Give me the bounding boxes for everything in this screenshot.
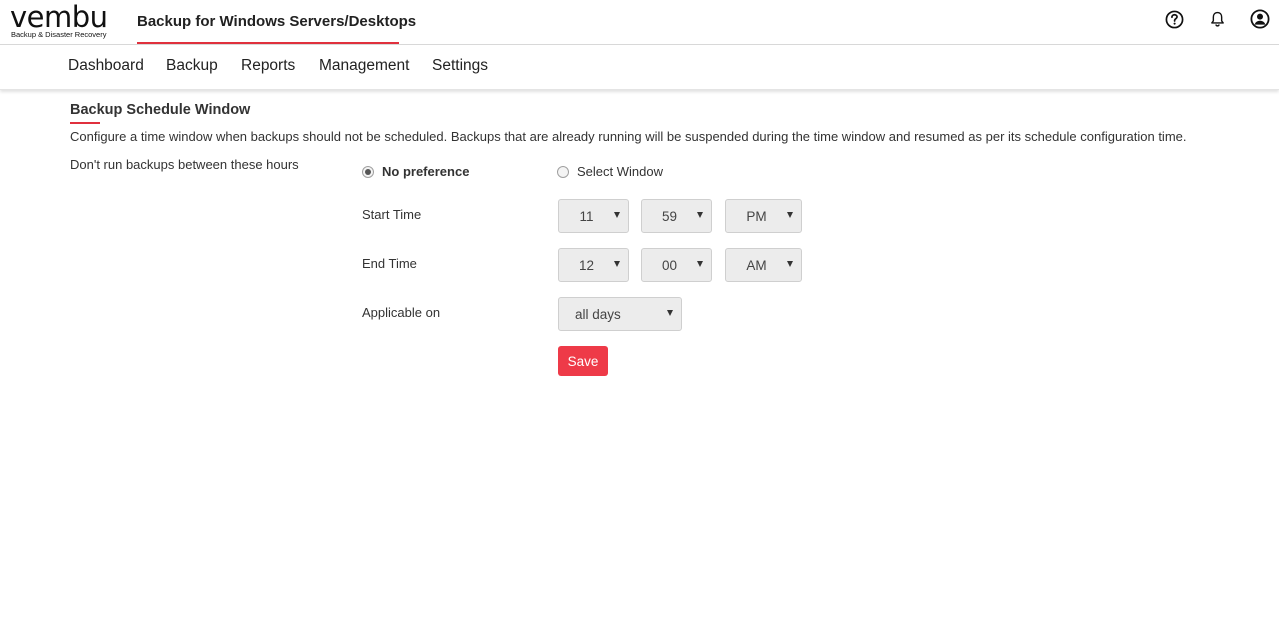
end-hour-select[interactable]: 12 [558, 248, 629, 282]
main-nav: Dashboard Backup Reports Management Sett… [0, 45, 1279, 90]
bell-icon[interactable] [1207, 9, 1227, 29]
applicable-on-label: Applicable on [362, 305, 441, 320]
page-description: Configure a time window when backups sho… [70, 129, 1187, 144]
top-header: vembu Backup & Disaster Recovery Backup … [0, 0, 1279, 45]
applicable-days-value: all days [575, 307, 621, 322]
help-icon[interactable] [1164, 9, 1184, 29]
nav-dashboard[interactable]: Dashboard [68, 57, 144, 75]
schedule-window-label: Don't run backups between these hours [70, 157, 299, 172]
chevron-down-icon [697, 212, 703, 218]
applicable-days-select[interactable]: all days [558, 297, 682, 331]
radio-unselected-indicator [557, 165, 569, 178]
logo-wordmark: vembu [10, 0, 108, 34]
end-ampm-select[interactable]: AM [725, 248, 802, 282]
no-preference-label: No preference [382, 164, 470, 179]
nav-management[interactable]: Management [319, 57, 409, 75]
logo-tagline: Backup & Disaster Recovery [11, 30, 107, 39]
radio-selected-indicator [362, 165, 374, 178]
select-window-radio[interactable]: Select Window [557, 164, 663, 179]
chevron-down-icon [787, 212, 793, 218]
nav-settings[interactable]: Settings [432, 57, 488, 75]
chevron-down-icon [667, 310, 673, 316]
chevron-down-icon [787, 261, 793, 267]
no-preference-radio[interactable]: No preference [362, 164, 469, 179]
start-ampm-select[interactable]: PM [725, 199, 802, 233]
nav-reports[interactable]: Reports [241, 57, 295, 75]
chevron-down-icon [614, 261, 620, 267]
save-button[interactable]: Save [558, 346, 608, 376]
vembu-logo[interactable]: vembu Backup & Disaster Recovery [10, 0, 110, 40]
select-window-label: Select Window [577, 164, 663, 179]
user-account-icon[interactable] [1250, 9, 1270, 29]
nav-backup[interactable]: Backup [166, 57, 218, 75]
page-title: Backup Schedule Window [70, 102, 251, 118]
end-minute-select[interactable]: 00 [641, 248, 712, 282]
end-time-label: End Time [362, 256, 417, 271]
start-time-label: Start Time [362, 207, 422, 222]
chevron-down-icon [697, 261, 703, 267]
start-minute-select[interactable]: 59 [641, 199, 712, 233]
app-title-underline [137, 42, 399, 44]
page-title-underline [70, 122, 100, 124]
chevron-down-icon [614, 212, 620, 218]
start-hour-select[interactable]: 11 [558, 199, 629, 233]
app-title[interactable]: Backup for Windows Servers/Desktops [137, 13, 416, 30]
